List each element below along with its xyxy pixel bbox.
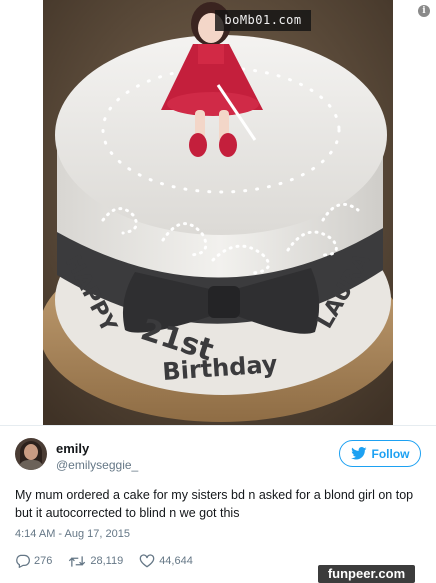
reply-icon — [16, 554, 30, 568]
watermark-bottom: funpeer.com — [318, 565, 415, 583]
cake-illustration: HAPPY 21st Birthday LAURA — [43, 0, 393, 425]
follow-label: Follow — [371, 446, 410, 461]
retweet-action[interactable]: 28,119 — [68, 555, 123, 568]
heart-icon — [139, 554, 155, 568]
twitter-bird-icon — [350, 447, 367, 460]
like-action[interactable]: 44,644 — [139, 554, 193, 568]
avatar-body — [18, 460, 44, 470]
cake-photo[interactable]: HAPPY 21st Birthday LAURA boMb01.com — [43, 0, 393, 425]
retweet-icon — [69, 555, 86, 567]
tweet-card: emily @emilyseggie_ Follow My mum ordere… — [0, 425, 436, 583]
tweet-text: My mum ordered a cake for my sisters bd … — [15, 488, 414, 520]
info-icon[interactable]: i — [418, 5, 430, 17]
watermark-top: boMb01.com — [215, 10, 311, 31]
like-count: 44,644 — [159, 555, 193, 567]
follow-button[interactable]: Follow — [339, 440, 421, 467]
user-handle[interactable]: @emilyseggie_ — [56, 458, 138, 472]
reply-count: 276 — [34, 555, 53, 567]
retweet-count: 28,119 — [90, 555, 124, 567]
avatar[interactable] — [15, 438, 47, 470]
reply-action[interactable]: 276 — [15, 554, 52, 568]
tweet-actions: 276 28,119 44,644 — [15, 552, 209, 570]
tweet-timestamp[interactable]: 4:14 AM - Aug 17, 2015 — [15, 528, 130, 540]
tweet-photo-area: HAPPY 21st Birthday LAURA boMb01.com i — [0, 0, 436, 425]
user-name[interactable]: emily — [56, 441, 89, 456]
avatar-face — [24, 444, 38, 460]
